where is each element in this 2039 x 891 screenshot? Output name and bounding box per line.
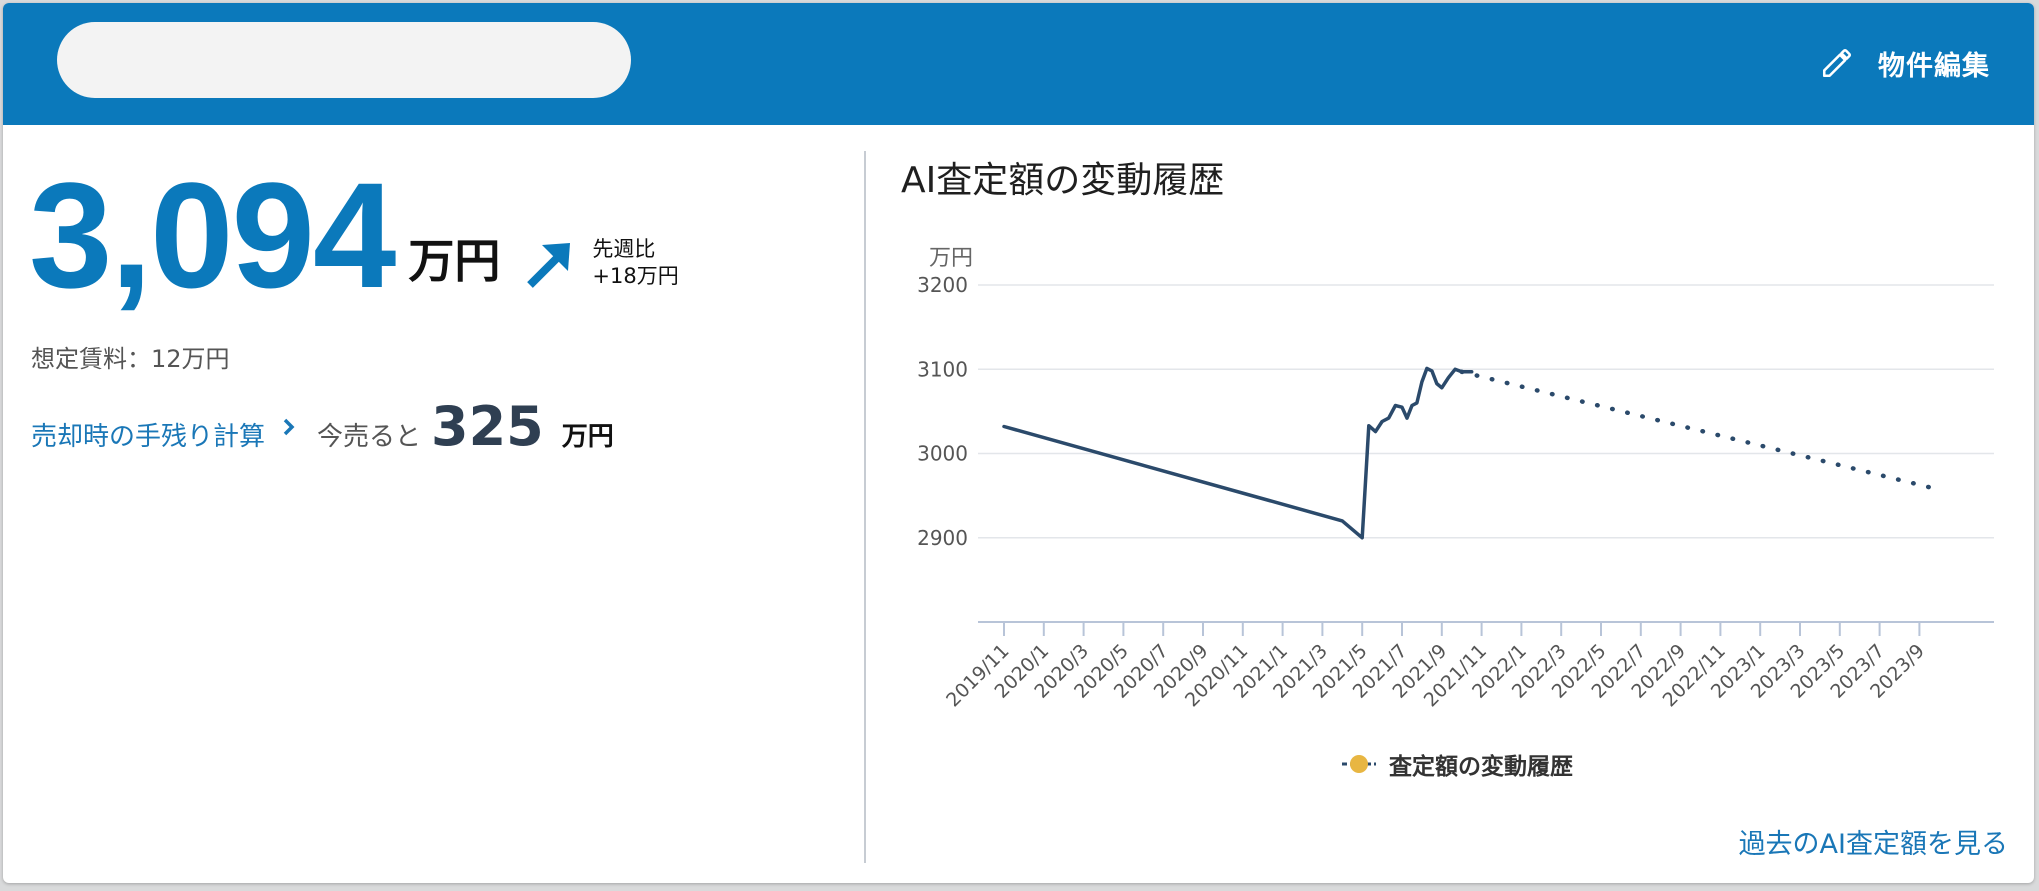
price-history-chart: 万円29003000310032002019/112020/12020/3202… (917, 246, 1994, 711)
legend-marker-icon (1342, 755, 1376, 773)
y-tick-label: 3100 (917, 357, 968, 381)
sale-calc-link[interactable]: 売却時の手残り計算 (31, 416, 265, 453)
legend-label: 査定額の変動履歴 (1389, 754, 1573, 780)
estimated-rent: 想定賃料：12万円 (31, 345, 230, 373)
y-tick-label: 3200 (917, 273, 968, 297)
forecast-line (1459, 369, 1942, 492)
y-tick-label: 2900 (917, 526, 968, 550)
arrow-up-right-icon (527, 243, 571, 288)
price-unit: 万円 (408, 234, 501, 288)
trend-text: 先週比 +18万円 (592, 236, 678, 290)
card-header: 物件編集 (3, 3, 2034, 125)
property-card: 物件編集 3,094 万円 先週比 +18万円 想定賃料：12万円 売却時の手残… (3, 3, 2034, 883)
summary-panel: 3,094 万円 先週比 +18万円 想定賃料：12万円 売却時の手残り計算 今… (3, 125, 865, 883)
y-tick-label: 3000 (917, 442, 968, 466)
chart-panel: 万円 2900 3000 3100 3200 2019/11 2020/1 2020/3 202… (866, 125, 2034, 883)
price-row: 3,094 万円 先週比 +18万円 (29, 151, 679, 319)
sell-now-unit: 万円 (561, 422, 614, 452)
sale-calc-row: 売却時の手残り計算 今売ると 325 万円 (31, 395, 614, 458)
redacted-property-name (57, 22, 631, 98)
pencil-icon (1822, 48, 1852, 78)
chart-legend[interactable]: 査定額の変動履歴 (1341, 747, 1573, 781)
chevron-right-icon[interactable] (281, 416, 297, 438)
edit-property-label: 物件編集 (1878, 50, 1990, 82)
y-axis-unit-label: 万円 (929, 246, 973, 271)
chart-title: AI査定額の変動履歴 (901, 160, 1225, 201)
estimated-price: 3,094 (29, 151, 396, 319)
trend-value: +18万円 (592, 264, 679, 288)
edit-property-button[interactable]: 物件編集 (1820, 45, 1990, 82)
sell-now-prefix: 今売ると (317, 422, 422, 452)
sell-now-value: 325 (431, 395, 544, 458)
past-valuations-link[interactable]: 過去のAI査定額を見る (1739, 822, 2008, 861)
trend-label: 先週比 (592, 237, 656, 261)
weekly-trend: 先週比 +18万円 (522, 235, 679, 291)
